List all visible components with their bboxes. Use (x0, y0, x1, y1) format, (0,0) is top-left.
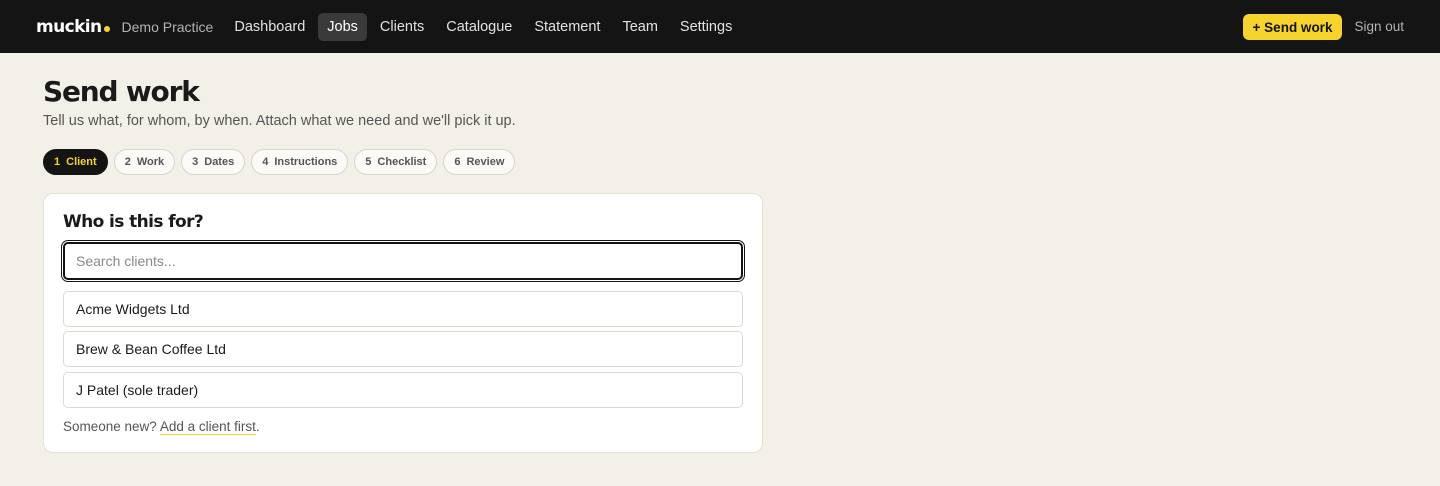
nav-item-catalogue[interactable]: Catalogue (437, 13, 521, 41)
step-number: 6 (454, 156, 461, 168)
page-subtitle: Tell us what, for whom, by when. Attach … (43, 113, 516, 129)
main-content: Send work Tell us what, for whom, by whe… (0, 75, 1440, 453)
step-label: Work (136, 156, 165, 168)
client-option-acme-widgets[interactable]: Acme Widgets Ltd (63, 291, 743, 327)
step-number: 5 (365, 156, 372, 168)
app-logo[interactable]: muckin (36, 17, 110, 37)
step-instructions[interactable]: 4 Instructions (251, 149, 349, 175)
step-label: Checklist (377, 156, 427, 168)
step-work[interactable]: 2 Work (113, 149, 176, 175)
nav-item-statement[interactable]: Statement (525, 13, 609, 41)
practice-name: Demo Practice (121, 18, 214, 35)
page-title: Send work (43, 75, 200, 108)
step-label: Instructions (274, 156, 338, 168)
step-number: 3 (192, 156, 199, 168)
nav-item-settings[interactable]: Settings (671, 13, 741, 41)
sign-out-link[interactable]: Sign out (1354, 19, 1404, 34)
client-search-input[interactable] (63, 242, 743, 280)
main-nav: Dashboard Jobs Clients Catalogue Stateme… (225, 12, 745, 41)
card-title: Who is this for? (63, 212, 204, 232)
step-review[interactable]: 6 Review (443, 149, 516, 175)
logo-dot-icon (103, 25, 110, 32)
top-navigation-bar: muckin Demo Practice Dashboard Jobs Clie… (0, 0, 1440, 53)
nav-item-jobs[interactable]: Jobs (318, 12, 367, 41)
add-client-suffix: . (255, 419, 260, 434)
nav-item-clients[interactable]: Clients (371, 13, 433, 41)
add-client-note: Someone new? Add a client first. (63, 419, 743, 435)
logo-text: muckin (36, 16, 102, 37)
nav-item-team[interactable]: Team (613, 13, 666, 41)
step-checklist[interactable]: 5 Checklist (354, 149, 438, 175)
step-label: Review (466, 156, 505, 168)
step-label: Client (66, 156, 97, 168)
client-option-brew-and-bean[interactable]: Brew & Bean Coffee Ltd (63, 331, 743, 367)
step-client[interactable]: 1 Client (43, 149, 108, 175)
step-dates[interactable]: 3 Dates (181, 149, 246, 175)
nav-item-dashboard[interactable]: Dashboard (225, 13, 314, 41)
step-number: 1 (54, 156, 61, 168)
step-number: 4 (262, 156, 269, 168)
client-list: Acme Widgets Ltd Brew & Bean Coffee Ltd … (63, 291, 743, 408)
client-option-j-patel[interactable]: J Patel (sole trader) (63, 372, 743, 408)
wizard-steps: 1 Client 2 Work 3 Dates 4 Instructions 5… (43, 149, 1397, 175)
send-work-button[interactable]: + Send work (1242, 13, 1343, 40)
add-client-link[interactable]: Add a client first (159, 419, 256, 435)
client-picker-card: Who is this for? Acme Widgets Ltd Brew &… (43, 193, 763, 453)
step-number: 2 (124, 156, 131, 168)
step-label: Dates (204, 156, 235, 168)
add-client-prefix: Someone new? (63, 419, 160, 434)
